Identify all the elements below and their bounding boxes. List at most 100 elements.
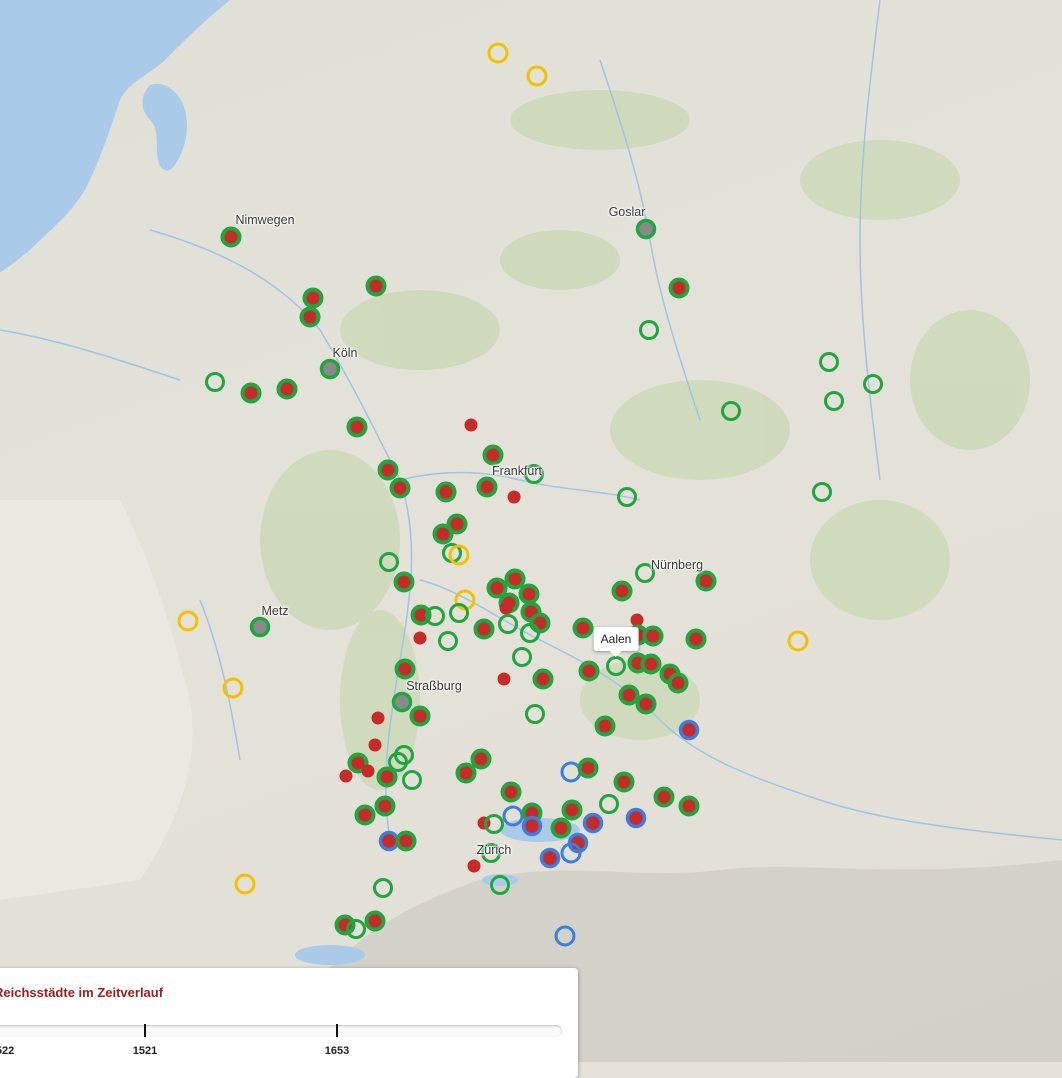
city-marker-green[interactable] bbox=[379, 552, 399, 572]
city-marker-green-red[interactable] bbox=[577, 757, 599, 779]
city-marker-yellow[interactable] bbox=[787, 630, 809, 652]
city-marker-green[interactable] bbox=[639, 320, 659, 340]
city-marker-red[interactable] bbox=[467, 859, 481, 873]
city-marker-green[interactable] bbox=[721, 401, 741, 421]
city-marker-green-red[interactable] bbox=[432, 523, 454, 545]
city-marker-green-red[interactable] bbox=[578, 660, 600, 682]
city-marker-green-red[interactable] bbox=[613, 771, 635, 793]
city-marker-green-red[interactable] bbox=[594, 715, 616, 737]
city-marker-green-red[interactable] bbox=[668, 277, 690, 299]
city-marker-green-red[interactable] bbox=[500, 781, 522, 803]
city-marker-green-red[interactable] bbox=[695, 570, 717, 592]
city-marker-green[interactable] bbox=[402, 770, 422, 790]
city-marker-green-red[interactable] bbox=[635, 693, 657, 715]
city-marker-green[interactable] bbox=[525, 704, 545, 724]
city-marker-green-red[interactable] bbox=[642, 625, 664, 647]
city-marker-green-red[interactable] bbox=[572, 617, 594, 639]
city-marker-green-red[interactable] bbox=[455, 762, 477, 784]
city-marker-green-red[interactable] bbox=[365, 275, 387, 297]
city-marker-green[interactable] bbox=[824, 391, 844, 411]
city-marker-red[interactable] bbox=[371, 711, 385, 725]
city-marker-green[interactable] bbox=[599, 794, 619, 814]
city-marker-green[interactable] bbox=[812, 482, 832, 502]
city-marker-blue-red[interactable] bbox=[582, 812, 604, 834]
city-marker-green-red[interactable] bbox=[276, 378, 298, 400]
city-marker-green-red[interactable] bbox=[346, 416, 368, 438]
city-marker-green[interactable] bbox=[490, 875, 510, 895]
city-marker-green[interactable] bbox=[606, 656, 626, 676]
city-marker-green-red[interactable] bbox=[532, 668, 554, 690]
city-marker-green-red[interactable] bbox=[667, 672, 689, 694]
city-marker-green-gray[interactable] bbox=[249, 616, 271, 638]
city-marker-red[interactable] bbox=[368, 738, 382, 752]
city-marker-blue[interactable] bbox=[560, 761, 582, 783]
city-marker-green-red[interactable] bbox=[550, 817, 572, 839]
city-marker-green[interactable] bbox=[617, 487, 637, 507]
timeline-slider[interactable] bbox=[0, 1025, 562, 1037]
city-marker-green-red[interactable] bbox=[476, 476, 498, 498]
city-marker-green-gray[interactable] bbox=[635, 218, 657, 240]
city-marker-green-red[interactable] bbox=[618, 684, 640, 706]
city-marker-blue-red[interactable] bbox=[625, 807, 647, 829]
city-marker-green-red[interactable] bbox=[302, 287, 324, 309]
city-marker-green-red[interactable] bbox=[640, 653, 662, 675]
city-marker-red[interactable] bbox=[413, 631, 427, 645]
city-marker-green[interactable] bbox=[498, 614, 518, 634]
city-marker-green-red[interactable] bbox=[473, 618, 495, 640]
city-marker-green-red[interactable] bbox=[393, 571, 415, 593]
city-marker-red[interactable] bbox=[507, 490, 521, 504]
city-marker-yellow[interactable] bbox=[177, 610, 199, 632]
city-marker-green-red[interactable] bbox=[377, 459, 399, 481]
city-marker-green-red[interactable] bbox=[653, 786, 675, 808]
city-marker-green[interactable] bbox=[205, 372, 225, 392]
city-marker-green-red[interactable] bbox=[334, 914, 356, 936]
city-marker-yellow[interactable] bbox=[487, 42, 509, 64]
city-marker-green-red[interactable] bbox=[504, 568, 526, 590]
city-marker-green-red[interactable] bbox=[486, 577, 508, 599]
city-marker-green-red[interactable] bbox=[395, 830, 417, 852]
city-marker-red[interactable] bbox=[497, 672, 511, 686]
city-marker-green-red[interactable] bbox=[354, 804, 376, 826]
city-marker-green-red[interactable] bbox=[561, 799, 583, 821]
city-marker-green-red[interactable] bbox=[518, 583, 540, 605]
city-marker-blue[interactable] bbox=[554, 925, 576, 947]
city-marker-green-red[interactable] bbox=[482, 444, 504, 466]
city-marker-green-red[interactable] bbox=[409, 705, 431, 727]
city-marker-green-red[interactable] bbox=[376, 766, 398, 788]
city-marker-green-red[interactable] bbox=[394, 658, 416, 680]
city-marker-blue-red[interactable] bbox=[378, 830, 400, 852]
map[interactable]: Nimwegen Goslar Köln Frankfurt Nürnberg … bbox=[0, 0, 1062, 1062]
city-marker-green-red[interactable] bbox=[240, 382, 262, 404]
city-marker-green-red[interactable] bbox=[611, 580, 633, 602]
city-marker-blue[interactable] bbox=[502, 805, 524, 827]
city-marker-green-red[interactable] bbox=[470, 748, 492, 770]
city-marker-green-red[interactable] bbox=[529, 612, 551, 634]
city-marker-green[interactable] bbox=[512, 647, 532, 667]
city-marker-green[interactable] bbox=[438, 631, 458, 651]
city-marker-green-red[interactable] bbox=[299, 306, 321, 328]
city-marker-green[interactable] bbox=[373, 878, 393, 898]
city-marker-blue-red[interactable] bbox=[678, 719, 700, 741]
city-marker-yellow[interactable] bbox=[526, 65, 548, 87]
city-marker-red[interactable] bbox=[499, 601, 513, 615]
city-marker-green-red[interactable] bbox=[220, 226, 242, 248]
city-marker-green-red[interactable] bbox=[435, 481, 457, 503]
city-marker-blue-red[interactable] bbox=[539, 847, 561, 869]
city-marker-green-red[interactable] bbox=[389, 477, 411, 499]
label-nuernberg: Nürnberg bbox=[650, 558, 704, 572]
city-marker-green-red[interactable] bbox=[678, 795, 700, 817]
city-marker-red[interactable] bbox=[361, 764, 375, 778]
city-marker-yellow[interactable] bbox=[222, 677, 244, 699]
city-marker-red[interactable] bbox=[339, 769, 353, 783]
city-marker-green-red[interactable] bbox=[685, 628, 707, 650]
city-marker-blue-red[interactable] bbox=[521, 815, 543, 837]
city-marker-green[interactable] bbox=[863, 374, 883, 394]
city-marker-green[interactable] bbox=[520, 623, 540, 643]
city-marker-green-gray[interactable] bbox=[391, 691, 413, 713]
city-marker-yellow[interactable] bbox=[234, 873, 256, 895]
city-marker-green[interactable] bbox=[819, 352, 839, 372]
city-marker-green-gray[interactable] bbox=[319, 358, 341, 380]
city-marker-green-red[interactable] bbox=[374, 795, 396, 817]
city-marker-red[interactable] bbox=[464, 418, 478, 432]
city-marker-green-red[interactable] bbox=[364, 910, 386, 932]
